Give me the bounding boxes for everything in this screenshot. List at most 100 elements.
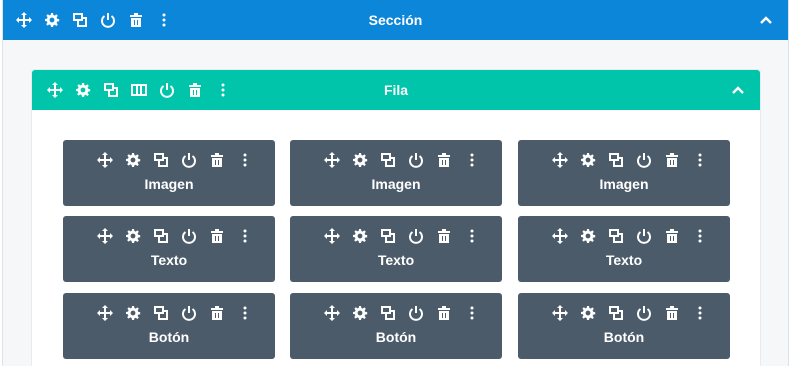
module-card-botón[interactable]: Botón: [290, 293, 502, 359]
move-icon[interactable]: [97, 228, 113, 244]
move-icon[interactable]: [552, 228, 568, 244]
section-container: Sección Fila Imagen Imagen Imagen Texto …: [2, 0, 789, 366]
trash-icon[interactable]: [664, 228, 680, 244]
power-icon[interactable]: [100, 12, 116, 28]
more-icon[interactable]: [237, 305, 253, 321]
power-icon[interactable]: [636, 228, 652, 244]
trash-icon[interactable]: [128, 12, 144, 28]
gear-icon[interactable]: [125, 305, 141, 321]
move-icon[interactable]: [97, 305, 113, 321]
move-icon[interactable]: [324, 305, 340, 321]
more-icon[interactable]: [464, 305, 480, 321]
power-icon[interactable]: [636, 305, 652, 321]
row-container: Fila Imagen Imagen Imagen Texto Texto Te…: [32, 70, 760, 366]
module-toolbar: [97, 152, 253, 168]
module-title: Imagen: [144, 176, 194, 192]
power-icon[interactable]: [408, 228, 424, 244]
duplicate-icon[interactable]: [380, 305, 396, 321]
trash-icon[interactable]: [209, 228, 225, 244]
power-icon[interactable]: [181, 152, 197, 168]
more-icon[interactable]: [464, 152, 480, 168]
duplicate-icon[interactable]: [72, 12, 88, 28]
duplicate-icon[interactable]: [608, 228, 624, 244]
trash-icon[interactable]: [209, 305, 225, 321]
move-icon[interactable]: [47, 82, 63, 98]
duplicate-icon[interactable]: [153, 152, 169, 168]
duplicate-icon[interactable]: [153, 228, 169, 244]
power-icon[interactable]: [408, 152, 424, 168]
power-icon[interactable]: [408, 305, 424, 321]
move-icon[interactable]: [97, 152, 113, 168]
more-icon[interactable]: [237, 152, 253, 168]
module-toolbar: [552, 152, 708, 168]
module-title: Botón: [603, 329, 645, 345]
gear-icon[interactable]: [352, 305, 368, 321]
gear-icon[interactable]: [125, 152, 141, 168]
module-card-imagen[interactable]: Imagen: [63, 140, 275, 206]
move-icon[interactable]: [16, 12, 32, 28]
collapse-section-chevron-up-icon[interactable]: [758, 12, 774, 28]
module-card-botón[interactable]: Botón: [63, 293, 275, 359]
power-icon[interactable]: [181, 228, 197, 244]
module-title: Imagen: [599, 176, 649, 192]
duplicate-icon[interactable]: [608, 152, 624, 168]
trash-icon[interactable]: [436, 305, 452, 321]
more-icon[interactable]: [464, 228, 480, 244]
module-title: Texto: [605, 252, 643, 268]
duplicate-icon[interactable]: [103, 82, 119, 98]
trash-icon[interactable]: [664, 305, 680, 321]
module-title: Botón: [375, 329, 417, 345]
module-title: Botón: [148, 329, 190, 345]
gear-icon[interactable]: [580, 152, 596, 168]
duplicate-icon[interactable]: [153, 305, 169, 321]
row-header-bar[interactable]: Fila: [32, 70, 760, 110]
trash-icon[interactable]: [436, 228, 452, 244]
module-toolbar: [324, 228, 480, 244]
module-toolbar: [324, 305, 480, 321]
more-icon[interactable]: [692, 152, 708, 168]
module-card-texto[interactable]: Texto: [518, 216, 730, 282]
move-icon[interactable]: [324, 228, 340, 244]
duplicate-icon[interactable]: [380, 228, 396, 244]
more-icon[interactable]: [215, 82, 231, 98]
gear-icon[interactable]: [580, 305, 596, 321]
trash-icon[interactable]: [209, 152, 225, 168]
more-icon[interactable]: [156, 12, 172, 28]
module-toolbar: [97, 228, 253, 244]
module-card-texto[interactable]: Texto: [63, 216, 275, 282]
power-icon[interactable]: [181, 305, 197, 321]
gear-icon[interactable]: [352, 152, 368, 168]
module-toolbar: [552, 228, 708, 244]
module-toolbar: [324, 152, 480, 168]
gear-icon[interactable]: [75, 82, 91, 98]
module-card-imagen[interactable]: Imagen: [290, 140, 502, 206]
trash-icon[interactable]: [664, 152, 680, 168]
module-toolbar: [97, 305, 253, 321]
power-icon[interactable]: [159, 82, 175, 98]
power-icon[interactable]: [636, 152, 652, 168]
module-title: Imagen: [371, 176, 421, 192]
move-icon[interactable]: [324, 152, 340, 168]
module-card-botón[interactable]: Botón: [518, 293, 730, 359]
section-header-bar[interactable]: Sección: [3, 0, 788, 40]
module-card-texto[interactable]: Texto: [290, 216, 502, 282]
section-toolbar: [16, 12, 172, 28]
gear-icon[interactable]: [580, 228, 596, 244]
collapse-row-chevron-up-icon[interactable]: [730, 82, 746, 98]
move-icon[interactable]: [552, 152, 568, 168]
columns-icon[interactable]: [131, 82, 147, 98]
gear-icon[interactable]: [352, 228, 368, 244]
more-icon[interactable]: [237, 228, 253, 244]
module-card-imagen[interactable]: Imagen: [518, 140, 730, 206]
trash-icon[interactable]: [436, 152, 452, 168]
more-icon[interactable]: [692, 228, 708, 244]
gear-icon[interactable]: [125, 228, 141, 244]
move-icon[interactable]: [552, 305, 568, 321]
module-toolbar: [552, 305, 708, 321]
module-title: Texto: [150, 252, 188, 268]
more-icon[interactable]: [692, 305, 708, 321]
duplicate-icon[interactable]: [608, 305, 624, 321]
duplicate-icon[interactable]: [380, 152, 396, 168]
trash-icon[interactable]: [187, 82, 203, 98]
gear-icon[interactable]: [44, 12, 60, 28]
